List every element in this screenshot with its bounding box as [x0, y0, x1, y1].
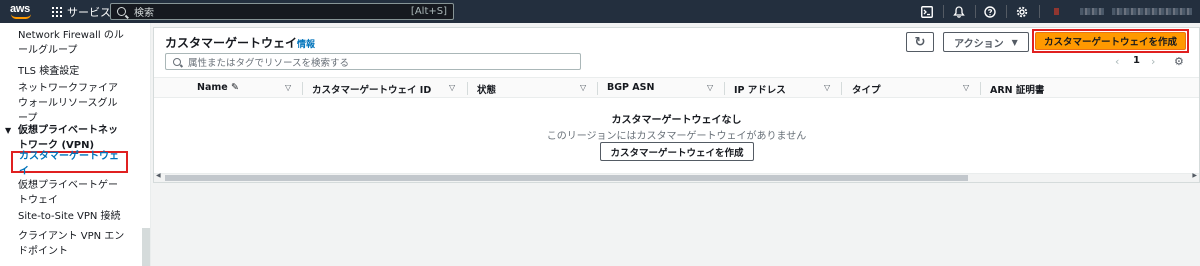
- help-icon[interactable]: [981, 3, 999, 21]
- notifications-icon[interactable]: [950, 3, 968, 21]
- column-divider[interactable]: [841, 82, 842, 95]
- global-search-input[interactable]: 検索 [Alt+S]: [110, 3, 454, 20]
- column-header-name[interactable]: Name ✎: [197, 82, 239, 93]
- scroll-left-icon[interactable]: ◀: [156, 172, 161, 179]
- page-number[interactable]: 1: [1133, 55, 1140, 66]
- sidebar-item-virtual-private-gateways[interactable]: 仮想プライベートゲートウェイ: [18, 178, 126, 208]
- preferences-icon[interactable]: ⚙: [1174, 55, 1184, 68]
- sort-icon[interactable]: ▽: [824, 83, 830, 92]
- column-header-state[interactable]: 状態: [477, 82, 496, 96]
- nav-divider: [975, 5, 976, 18]
- cloudshell-icon[interactable]: [918, 3, 936, 21]
- column-header-bgp-asn[interactable]: BGP ASN: [607, 82, 654, 93]
- sidebar-item-customer-gateways[interactable]: カスタマーゲートウェイ: [11, 151, 128, 177]
- sort-icon[interactable]: ▽: [449, 83, 455, 92]
- filter-placeholder: 属性またはタグでリソースを検索する: [188, 57, 350, 69]
- column-divider[interactable]: [724, 82, 725, 95]
- create-customer-gateway-button[interactable]: カスタマーゲートウェイを作成: [1035, 32, 1186, 50]
- settings-icon[interactable]: [1013, 3, 1031, 21]
- edit-icon: ✎: [231, 82, 239, 93]
- table-horizontal-scrollbar[interactable]: ◀ ▶: [154, 172, 1199, 182]
- empty-state-description: このリージョンにはカスタマーゲートウェイがありません: [546, 131, 807, 142]
- filter-input[interactable]: 属性またはタグでリソースを検索する: [165, 53, 581, 70]
- services-label: サービス: [67, 6, 111, 19]
- page-title: カスタマーゲートウェイ: [165, 36, 298, 50]
- column-divider[interactable]: [597, 82, 598, 95]
- nav-divider: [1039, 5, 1040, 18]
- actions-dropdown[interactable]: アクション ▼: [943, 32, 1029, 52]
- sort-icon[interactable]: ▽: [285, 83, 291, 92]
- aws-smile-icon: [11, 14, 31, 19]
- column-header-arn-certificate[interactable]: ARN 証明書: [990, 82, 1044, 96]
- refresh-icon: ↻: [914, 34, 926, 50]
- nav-divider: [1006, 5, 1007, 18]
- column-divider[interactable]: [302, 82, 303, 95]
- sidebar-item-site-to-site-vpn[interactable]: Site-to-Site VPN 接続: [18, 209, 126, 224]
- column-divider[interactable]: [467, 82, 468, 95]
- column-header-ip-address[interactable]: IP アドレス: [734, 82, 786, 96]
- scroll-right-icon[interactable]: ▶: [1192, 172, 1197, 179]
- sort-icon[interactable]: ▽: [580, 83, 586, 92]
- column-label: Name: [197, 82, 228, 93]
- table-header: Name ✎ ▽ カスタマーゲートウェイ ID ▽ 状態 ▽ BGP ASN ▽…: [154, 77, 1199, 98]
- column-header-type[interactable]: タイプ: [852, 82, 881, 96]
- caret-down-icon: ▼: [1011, 37, 1018, 47]
- create-button-highlight: カスタマーゲートウェイを作成: [1032, 29, 1189, 53]
- aws-logo[interactable]: aws: [10, 2, 36, 21]
- nav-divider: [943, 5, 944, 18]
- redacted-account-info: [1054, 8, 1059, 15]
- top-navigation: aws サービス 検索 [Alt+S]: [0, 0, 1200, 23]
- sidebar-item-network-firewall-resource-groups[interactable]: ネットワークファイアウォールリソースグループ: [18, 81, 126, 126]
- scrollbar-thumb[interactable]: [165, 175, 968, 181]
- column-header-gateway-id[interactable]: カスタマーゲートウェイ ID: [312, 82, 431, 96]
- sidebar-item-client-vpn-endpoints[interactable]: クライアント VPN エンドポイント: [18, 229, 126, 259]
- caret-down-icon: ▼: [5, 126, 12, 135]
- search-icon: [173, 57, 181, 66]
- customer-gateways-panel: カスタマーゲートウェイ 情報 ↻ アクション ▼ カスタマーゲートウェイを作成 …: [153, 27, 1200, 183]
- empty-state-create-button[interactable]: カスタマーゲートウェイを作成: [600, 142, 754, 161]
- redacted-account-info: [1080, 8, 1104, 15]
- sort-icon[interactable]: ▽: [963, 83, 969, 92]
- search-icon: [117, 7, 126, 16]
- sidebar-item-tls-inspection[interactable]: TLS 検査設定: [18, 64, 126, 79]
- search-placeholder: 検索: [134, 8, 154, 19]
- chevron-right-icon[interactable]: ›: [1151, 55, 1155, 68]
- sidebar-item-label: カスタマーゲートウェイ: [19, 151, 119, 177]
- search-shortcut: [Alt+S]: [410, 6, 447, 17]
- grid-icon: [52, 7, 62, 17]
- chevron-left-icon[interactable]: ‹: [1115, 55, 1119, 68]
- empty-state-title: カスタマーゲートウェイなし: [611, 115, 742, 126]
- sidebar-scrollbar[interactable]: [142, 228, 150, 266]
- info-link[interactable]: 情報: [297, 37, 315, 50]
- sort-icon[interactable]: ▽: [707, 83, 713, 92]
- sidebar-item-network-firewall-rule-groups[interactable]: Network Firewall のルールグループ: [18, 28, 126, 58]
- column-divider[interactable]: [980, 82, 981, 95]
- refresh-button[interactable]: ↻: [906, 32, 934, 52]
- services-menu[interactable]: サービス: [52, 4, 111, 20]
- actions-label: アクション: [954, 38, 1004, 50]
- redacted-region-info: [1112, 8, 1192, 15]
